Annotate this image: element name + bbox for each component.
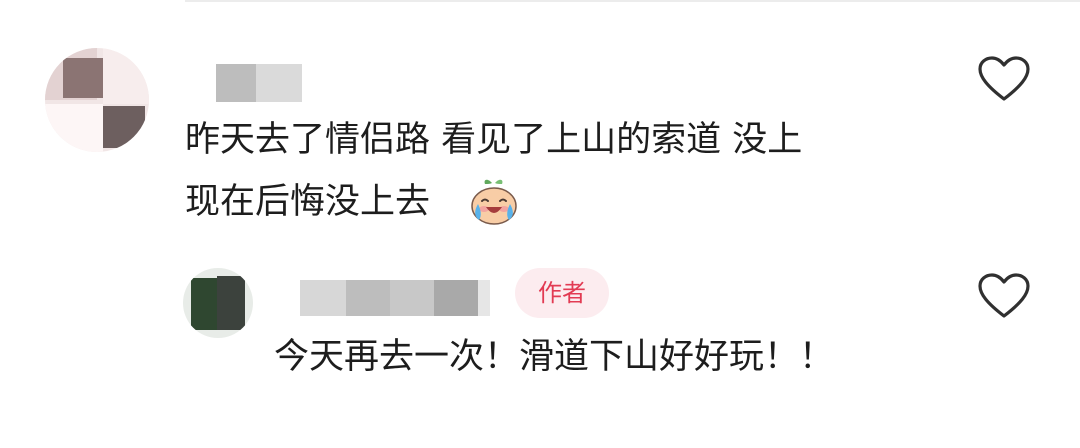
blur-block [434, 280, 478, 316]
avatar-block [103, 106, 145, 148]
blur-block [346, 280, 390, 316]
comment-text-line-2: 现在后悔没上去 [185, 182, 431, 222]
avatar-block [63, 58, 103, 98]
reply-text: 今天再去一次！滑道下山好好玩！！ [274, 337, 835, 377]
avatar-block [45, 104, 103, 152]
author-avatar[interactable] [183, 268, 253, 338]
blur-block [300, 280, 346, 316]
author-username-blurred[interactable] [300, 280, 490, 316]
commenter-username-blurred[interactable] [216, 64, 302, 102]
heart-outline-icon[interactable] [977, 55, 1031, 103]
comment-text-line-1: 昨天去了情侣路 看见了上山的索道 没上 [185, 120, 803, 160]
blur-block [390, 280, 434, 316]
blur-block [216, 64, 256, 102]
author-badge: 作者 [515, 268, 609, 318]
blur-block [256, 64, 302, 102]
heart-outline-icon[interactable] [977, 272, 1031, 320]
avatar-block [217, 276, 245, 330]
crying-laughing-emoji-icon [471, 179, 517, 225]
top-divider [185, 0, 1080, 2]
blur-block [478, 280, 490, 316]
avatar-block [103, 48, 149, 104]
commenter-avatar[interactable] [45, 48, 149, 152]
